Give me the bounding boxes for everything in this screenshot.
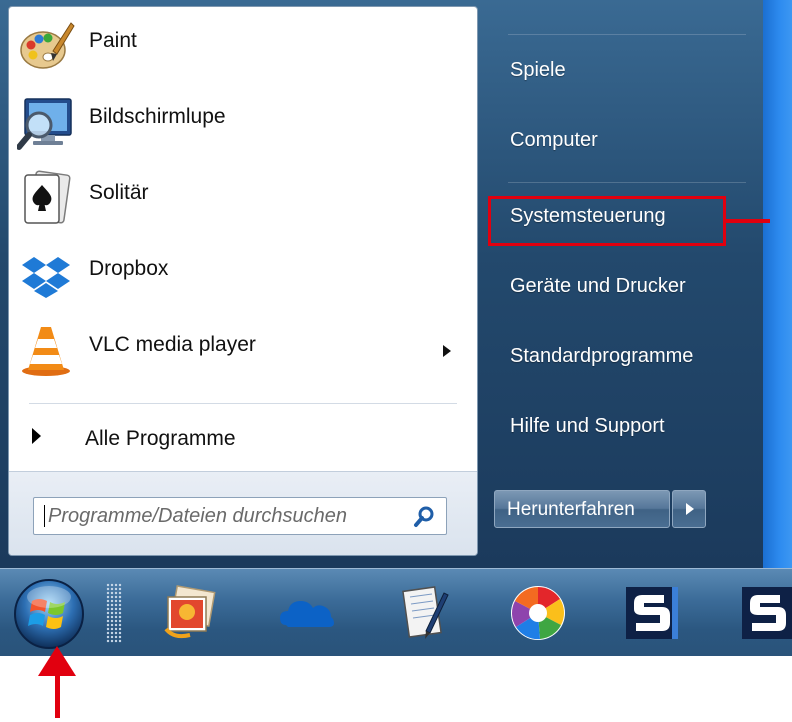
menu-item-label: Geräte und Drucker [510,275,686,297]
annotation-arrow-shaft [55,674,60,718]
search-box[interactable] [33,497,447,535]
notepad-pen-icon[interactable] [392,583,452,643]
all-programs-button[interactable]: Alle Programme [9,415,477,461]
taskbar-grip[interactable] [106,583,122,643]
menu-item-standardprogramme[interactable]: Standardprogramme [492,330,750,386]
menu-item-geraete-und-drucker[interactable]: Geräte und Drucker [492,260,750,316]
text-caret [44,505,45,527]
menu-item-computer[interactable]: Computer [492,114,750,170]
program-item-magnifier[interactable]: Bildschirmlupe [9,87,477,157]
paint-icon [20,22,75,69]
shutdown-button[interactable]: Herunterfahren [494,490,670,528]
highlight-annotation-box [488,196,726,246]
shutdown-label: Herunterfahren [507,499,635,520]
shutdown-options-button[interactable] [672,490,706,528]
menu-item-label: Computer [510,129,598,151]
desktop-background [763,0,792,568]
menu-item-label: Hilfe und Support [510,415,665,437]
search-input[interactable] [48,502,398,530]
programs-pane: Paint Bildschirmlupe Solitär Dropbox VLC… [8,6,478,556]
menu-item-label: Spiele [510,59,566,81]
search-icon[interactable] [412,504,438,530]
menu-item-hilfe-und-support[interactable]: Hilfe und Support [492,400,750,456]
annotation-arrow-icon [38,646,76,676]
onedrive-cloud-icon[interactable] [276,583,336,643]
menu-item-spiele[interactable]: Spiele [492,44,750,100]
program-item-dropbox[interactable]: Dropbox [9,239,477,309]
search-area [9,471,477,555]
magnifier-icon [17,98,72,150]
program-label: Bildschirmlupe [89,105,226,128]
taskbar [0,568,792,656]
program-label: Paint [89,29,137,52]
all-programs-label: Alle Programme [85,427,236,450]
annotation-pointer-line [726,219,770,223]
screenpresso-icon-2[interactable] [738,583,792,643]
divider [508,34,746,35]
divider [508,182,746,183]
windows-start-orb-icon[interactable] [12,577,86,651]
dropbox-icon [22,257,70,298]
program-label: VLC media player [89,333,256,356]
screenpresso-icon[interactable] [622,583,682,643]
program-item-paint[interactable]: Paint [9,11,477,81]
triangle-right-icon [32,428,41,444]
submenu-arrow-icon[interactable] [443,345,451,357]
divider [29,403,457,404]
picasa-icon[interactable] [508,583,568,643]
menu-item-label: Standardprogramme [510,345,694,367]
program-label: Dropbox [89,257,169,280]
triangle-right-icon [686,503,694,515]
program-item-vlc[interactable]: VLC media player [9,315,477,385]
solitaire-icon [24,170,71,224]
vlc-icon [22,327,70,376]
program-label: Solitär [89,181,149,204]
photo-gallery-icon[interactable] [160,583,220,643]
program-item-solitaire[interactable]: Solitär [9,163,477,233]
shutdown-controls: Herunterfahren [494,490,712,530]
